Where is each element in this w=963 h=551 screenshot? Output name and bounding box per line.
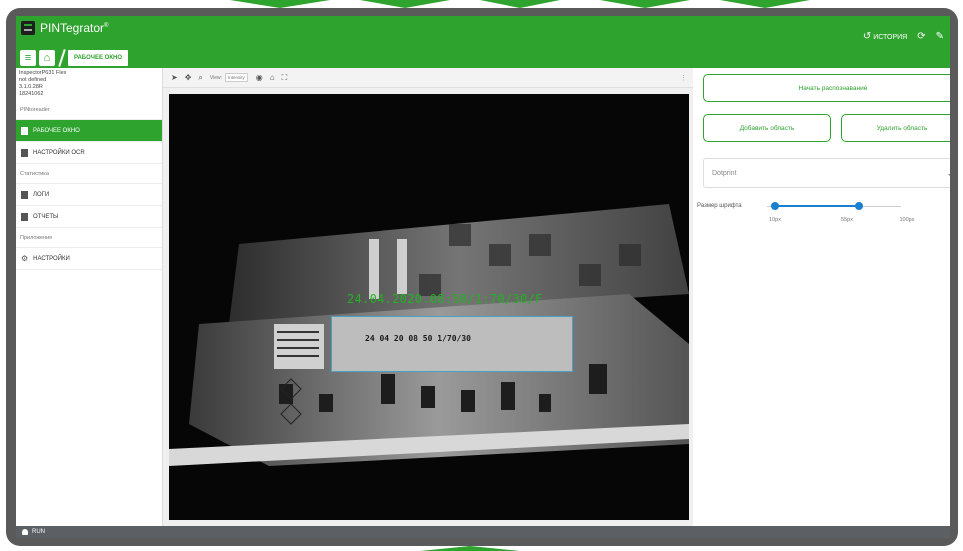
refresh-icon: ⟳: [917, 31, 926, 42]
font-size-max-handle[interactable]: [855, 202, 863, 210]
font-size-tick: 55px: [841, 217, 853, 223]
chevron-down-icon: ⌄: [946, 168, 950, 179]
font-size-tick: 100px: [899, 217, 915, 223]
history-button[interactable]: ↺ ИСТОРИЯ: [863, 32, 907, 42]
view-select[interactable]: View: Intensity: [210, 73, 248, 82]
font-size-slider-range: [775, 205, 859, 207]
sidebar-section-title: Приложение: [16, 228, 162, 248]
viewer-toolbar: ➤ ✥ ⌕ View: Intensity ◉ ⌂ ⛶ ⋮: [163, 68, 693, 88]
top-bar: PINTegrator® ≡ ⌂ РАБОЧЕЕ ОКНО ↺ ИСТОРИЯ …: [16, 16, 950, 68]
sidebar-item-ocr-settings[interactable]: НАСТРОЙКИ OCR: [16, 142, 162, 164]
device-info: InspectorP631 Flex not defined 3.1.0.28R…: [19, 70, 67, 97]
breadcrumb-separator: [58, 50, 66, 66]
hamburger-icon[interactable]: ≡: [20, 50, 36, 66]
more-icon[interactable]: ⋮: [680, 74, 687, 82]
header-actions: ↺ ИСТОРИЯ ⟳ ✎: [853, 32, 944, 42]
gears-icon: ⚙: [21, 253, 29, 263]
file-icon: [21, 148, 28, 157]
file-icon: [21, 212, 28, 221]
breadcrumb-current[interactable]: РАБОЧЕЕ ОКНО: [68, 50, 129, 66]
home-icon[interactable]: ⌂: [39, 50, 55, 66]
font-size-control: Размер шрифта 10px 55px 100px: [697, 202, 947, 243]
sidebar-section-title: PINtoreader: [16, 100, 162, 120]
control-panel: Начать распознавание Добавить область Уд…: [693, 68, 950, 526]
status-bar: RUN: [16, 526, 950, 538]
refresh-button[interactable]: ⟳: [917, 32, 925, 42]
sidebar-item-reports[interactable]: ОТЧЕТЫ: [16, 206, 162, 228]
camera-image[interactable]: 24 04 20 08 50 1/70/30 24.04.2020.08:50/…: [169, 94, 689, 520]
pencil-icon: ✎: [935, 31, 944, 42]
font-select[interactable]: Dotprint ⌄: [703, 158, 950, 188]
sidebar-item-settings[interactable]: ⚙ НАСТРОЙКИ: [16, 248, 162, 270]
font-size-min-handle[interactable]: [771, 202, 779, 210]
home-icon[interactable]: ⌂: [270, 73, 275, 82]
remove-area-button[interactable]: Удалить область: [841, 114, 950, 142]
ocr-region[interactable]: [331, 316, 573, 372]
start-recognition-button[interactable]: Начать распознавание: [703, 74, 950, 102]
camera-scene: [169, 94, 689, 520]
sidebar: InspectorP631 Flex not defined 3.1.0.28R…: [16, 68, 163, 526]
app-title: PINTegrator®: [40, 21, 109, 35]
sidebar-section-title: Статистика: [16, 164, 162, 184]
app-screen: PINTegrator® ≡ ⌂ РАБОЧЕЕ ОКНО ↺ ИСТОРИЯ …: [16, 16, 950, 538]
font-size-label: Размер шрифта: [697, 203, 742, 209]
history-icon: ↺: [862, 31, 872, 42]
file-icon: [21, 126, 28, 135]
add-area-button[interactable]: Добавить область: [703, 114, 831, 142]
font-size-tick: 10px: [769, 217, 781, 223]
user-icon: [22, 529, 28, 535]
app-logo-icon: [21, 21, 35, 35]
run-status: RUN: [32, 529, 45, 535]
move-icon[interactable]: ✥: [185, 73, 192, 82]
edit-button[interactable]: ✎: [936, 32, 944, 42]
file-icon: [21, 190, 28, 199]
zoom-icon[interactable]: ⌕: [198, 73, 202, 82]
palette-icon[interactable]: ◉: [256, 73, 263, 82]
sidebar-item-workspace[interactable]: РАБОЧЕЕ ОКНО: [16, 120, 162, 142]
pointer-icon[interactable]: ➤: [171, 73, 178, 82]
device-frame: PINTegrator® ≡ ⌂ РАБОЧЕЕ ОКНО ↺ ИСТОРИЯ …: [6, 8, 958, 546]
sidebar-item-logs[interactable]: ЛОГИ: [16, 184, 162, 206]
fit-icon[interactable]: ⛶: [282, 73, 288, 82]
image-viewer: ➤ ✥ ⌕ View: Intensity ◉ ⌂ ⛶ ⋮ 24 04 20 0…: [163, 68, 693, 526]
breadcrumb: ≡ ⌂ РАБОЧЕЕ ОКНО: [20, 50, 129, 66]
ocr-result-text: 24.04.2020.08:50/1:70/30/F: [347, 292, 543, 306]
